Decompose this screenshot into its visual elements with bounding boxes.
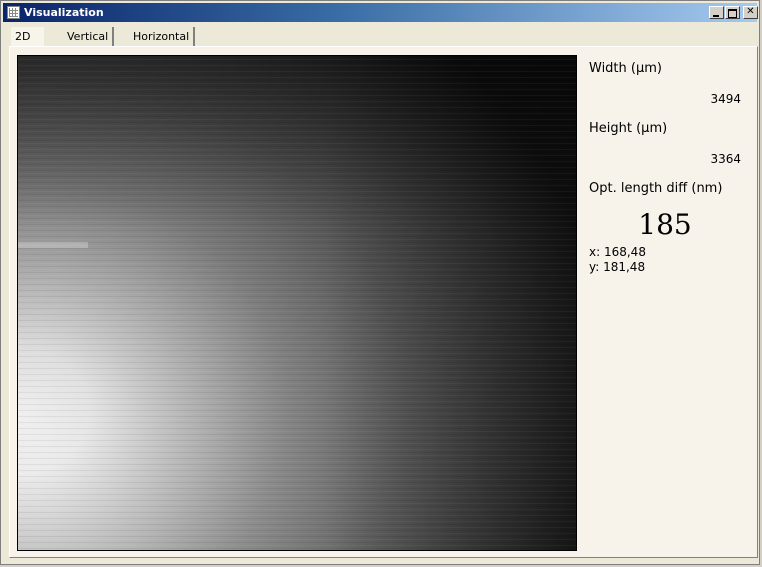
title-bar[interactable]: Visualization ✕ bbox=[3, 3, 758, 22]
tab-vertical-cut[interactable]: Vertical cut bbox=[63, 27, 115, 62]
tab-2d-view[interactable]: 2D view bbox=[11, 27, 45, 62]
height-map-image[interactable] bbox=[17, 55, 577, 551]
height-map-svg bbox=[18, 56, 576, 550]
opt-length-value: 185 bbox=[638, 208, 692, 241]
x-coordinate: x: 168,48 bbox=[589, 245, 646, 259]
info-panel: Width (µm) 3494 Height (µm) 3364 Opt. le… bbox=[589, 59, 741, 275]
close-icon: ✕ bbox=[746, 6, 755, 17]
tab-horizontal-cut[interactable]: Horizontal cut bbox=[129, 27, 196, 62]
opt-length-label: Opt. length diff (nm) bbox=[589, 181, 723, 196]
window-title: Visualization bbox=[24, 6, 104, 19]
grid-icon bbox=[7, 6, 20, 19]
maximize-button[interactable] bbox=[725, 6, 740, 19]
height-value: 3364 bbox=[710, 152, 741, 166]
width-label: Width (µm) bbox=[589, 61, 662, 76]
minimize-button[interactable] bbox=[709, 6, 724, 19]
close-button[interactable]: ✕ bbox=[743, 6, 758, 19]
height-label: Height (µm) bbox=[589, 121, 668, 136]
width-value: 3494 bbox=[710, 92, 741, 106]
y-coordinate: y: 181,48 bbox=[589, 260, 646, 274]
visualization-window: Visualization ✕ 2D view Vertical cut Hor… bbox=[0, 0, 760, 565]
